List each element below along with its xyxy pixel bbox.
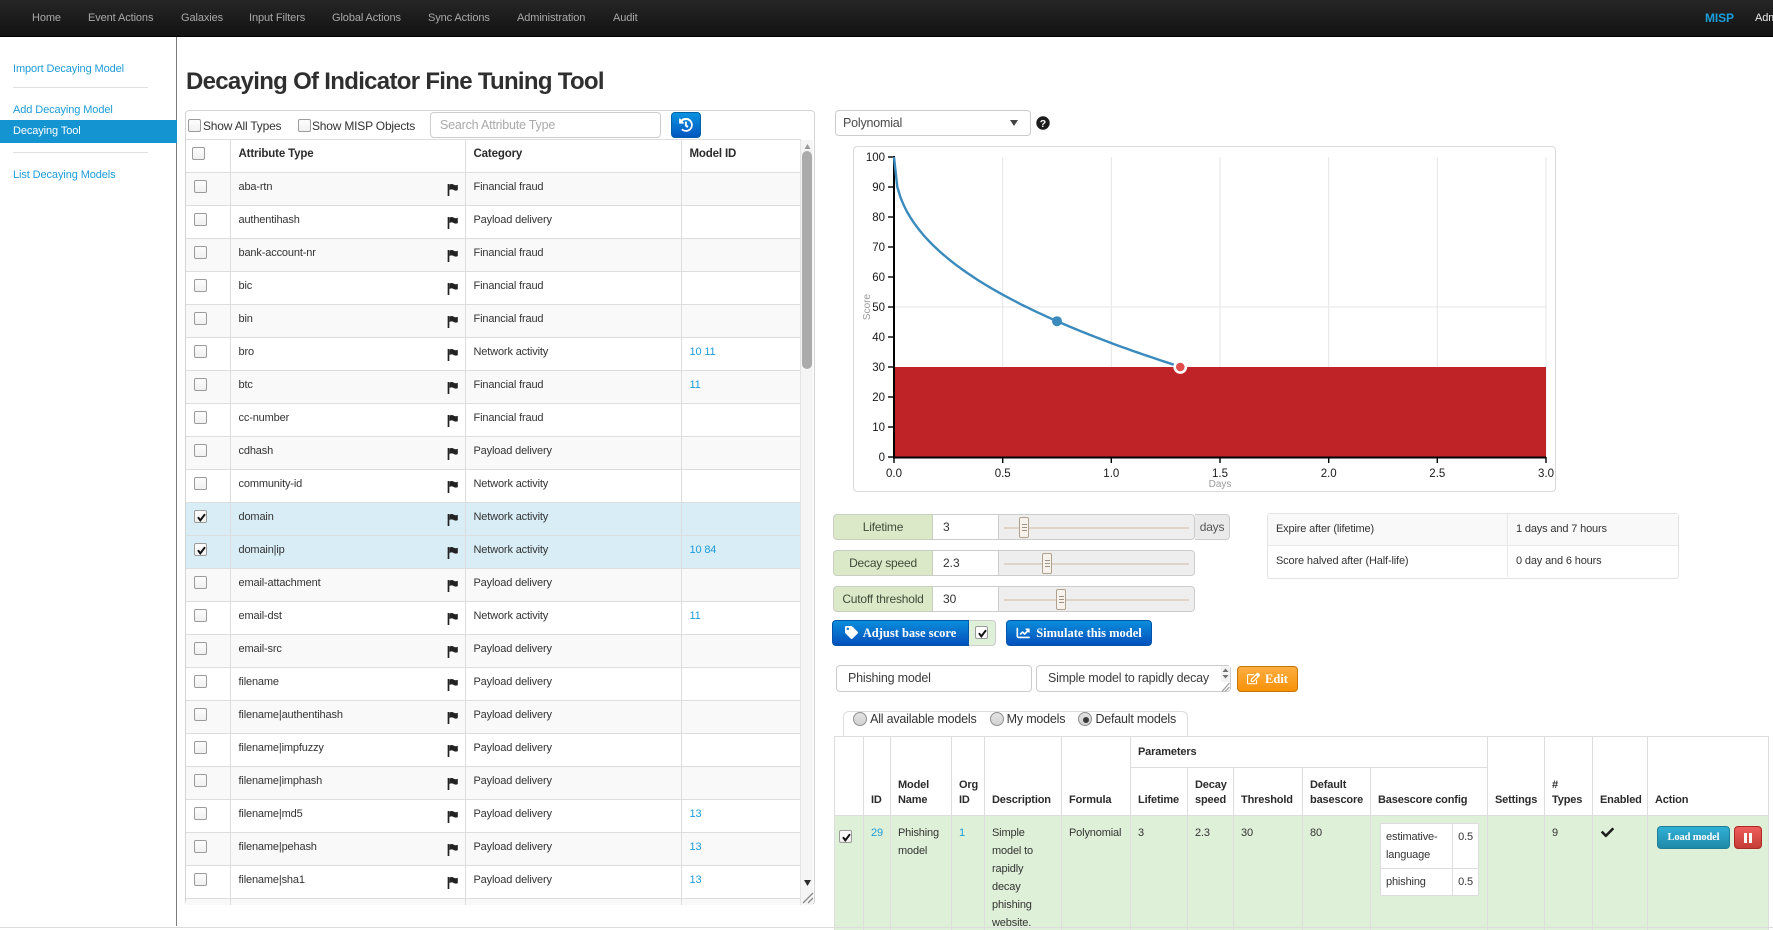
- svg-text:90: 90: [872, 182, 885, 194]
- svg-text:80: 80: [872, 212, 885, 224]
- svg-text:100: 100: [866, 152, 885, 164]
- svg-text:20: 20: [872, 392, 885, 404]
- svg-text:3.0: 3.0: [1538, 468, 1554, 480]
- svg-text:40: 40: [872, 332, 885, 344]
- svg-text:1.0: 1.0: [1103, 468, 1119, 480]
- svg-text:2.5: 2.5: [1429, 468, 1445, 480]
- svg-text:Score: Score: [862, 294, 873, 321]
- svg-text:?: ?: [1040, 118, 1046, 130]
- svg-text:0: 0: [879, 452, 885, 464]
- svg-text:50: 50: [872, 302, 885, 314]
- svg-text:Days: Days: [1209, 479, 1232, 490]
- svg-text:10: 10: [872, 422, 885, 434]
- svg-text:0.5: 0.5: [995, 468, 1011, 480]
- svg-text:60: 60: [872, 272, 885, 284]
- svg-text:70: 70: [872, 242, 885, 254]
- svg-text:0.0: 0.0: [886, 468, 902, 480]
- svg-text:30: 30: [872, 362, 885, 374]
- svg-text:2.0: 2.0: [1321, 468, 1337, 480]
